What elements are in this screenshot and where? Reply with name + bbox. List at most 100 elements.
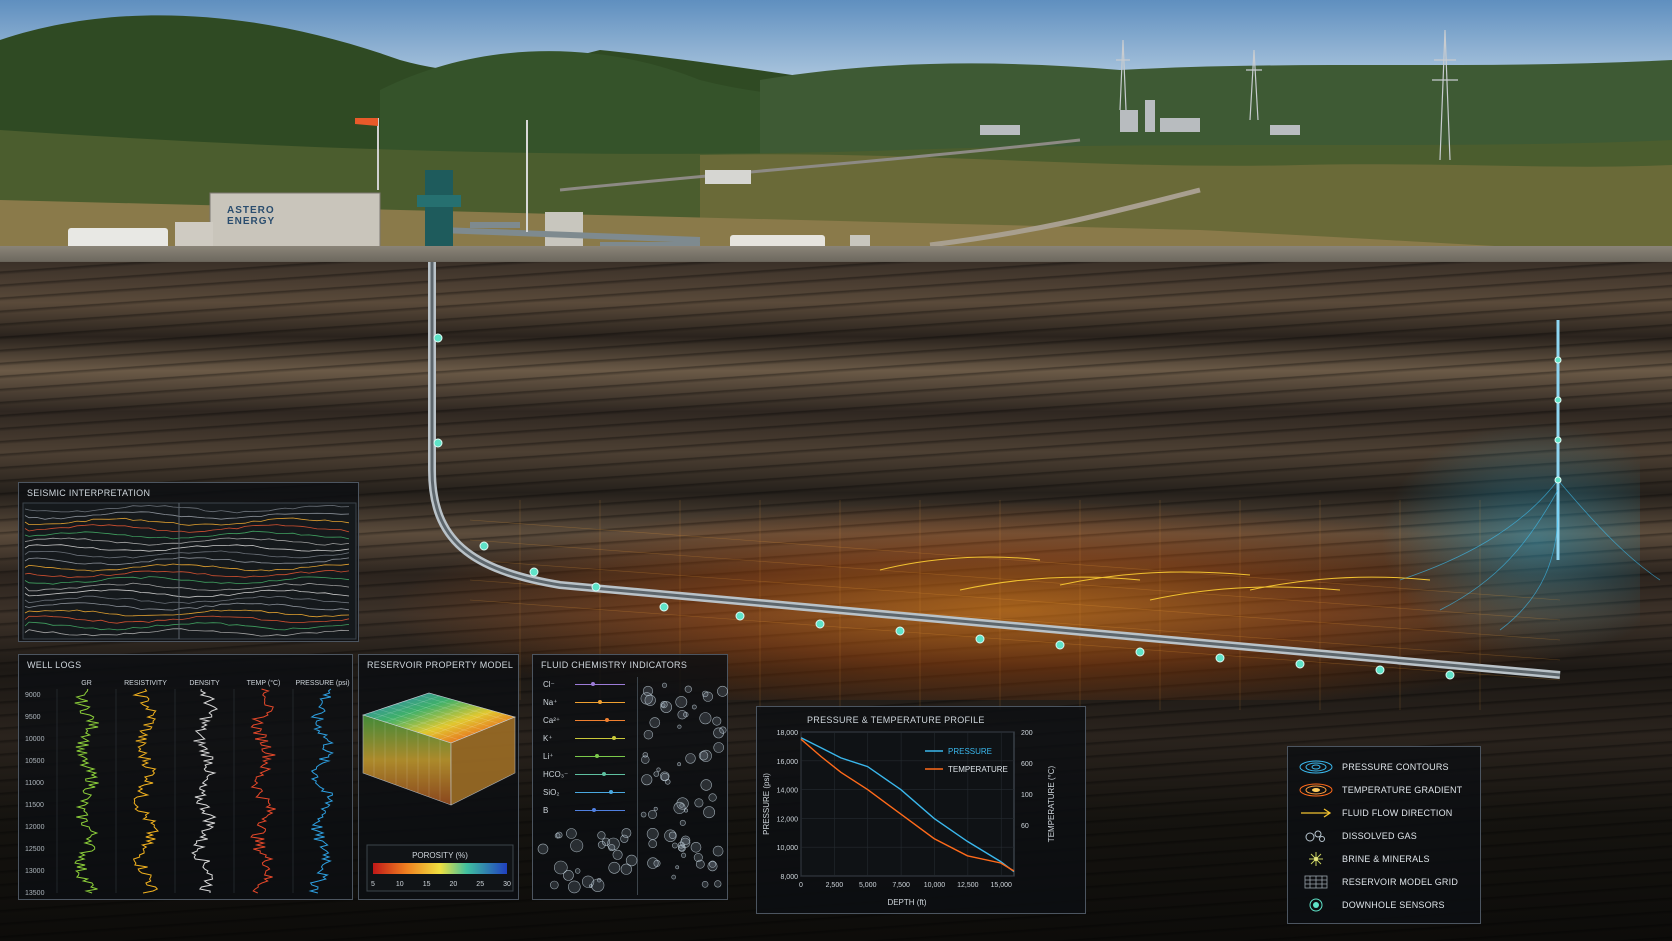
gas-bubble [701,881,709,888]
dissolved-gas-bubbles [537,682,728,894]
porosity-tick-label: 5 [371,881,375,888]
gas-bubble [707,861,718,872]
gas-bubble [684,685,692,693]
gas-bubble [671,874,676,880]
pt-x-tick-label: 0 [799,882,803,889]
well-logs-tracks: GR RESISTIVITY DENSITY TEMP (°C) PRESSURE (p… [25,679,350,897]
depth-tick-label: 13000 [25,868,45,875]
gas-bubble [719,726,727,734]
gas-bubble [649,717,661,728]
pt-x-tick-label: 7,500 [892,882,910,889]
pt-chart: 0 2,500 5,000 7,500 10,000 12,500 15,000 18,000… [762,730,1056,907]
depth-tick-label: 13500 [25,890,45,897]
well-log-curve [191,688,219,894]
legend-item-brine-minerals: BRINE & MINERALS [1298,849,1430,869]
depth-tick-label: 11500 [25,802,44,809]
gas-bubble [699,712,712,725]
gas-bubble [641,755,650,764]
depth-tick-label: 12000 [25,824,45,831]
gas-bubble [695,859,705,869]
gas-bubble [717,685,728,697]
fluid-chemistry-panel: FLUID CHEMISTRY INDICATORS Cl⁻ Na⁺ Ca²⁺ K⁺ L… [532,654,728,900]
gas-bubble [679,819,686,826]
porosity-colorbar [373,863,507,874]
pt-y-left-tick-label: 10,000 [777,845,799,852]
gas-bubble [612,849,623,860]
pt-x-tick-label: 12,500 [957,882,979,889]
bubbles-icon [1298,828,1334,844]
pt-x-tick-label: 2,500 [826,882,844,889]
pt-x-tick-label: 15,000 [991,882,1013,889]
seismic-interpretation-panel: SEISMIC INTERPRETATION [18,482,359,642]
gas-bubble [691,704,697,710]
gas-bubble [673,801,686,814]
depth-tick-label: 12500 [25,846,45,853]
mineral-icon [1298,851,1334,867]
porosity-tick-label: 10 [396,881,404,888]
gas-bubble [537,843,549,855]
pt-ylabel-left: PRESSURE (psi) [762,773,771,835]
well-log-curve [308,688,334,894]
gas-bubble [698,750,709,761]
gas-bubble [703,806,715,819]
well-log-track-header: TEMP (°C) [247,679,281,687]
porosity-tick-label: 20 [450,881,458,888]
sensor-icon [1298,897,1334,913]
gas-bubble [653,806,658,811]
pt-y-right-tick-label: 600 [1021,761,1033,768]
gas-bubble [660,700,668,709]
well-logs-panel: WELL LOGS GR RESISTIVITY DENSITY TEMP (°C) P… [18,654,353,900]
seismic-section [22,502,357,640]
pt-y-left-tick-label: 14,000 [777,788,799,795]
gas-bubble [647,857,659,869]
pt-x-tick-label: 5,000 [859,882,877,889]
porosity-tick-label: 25 [476,881,484,888]
legend-label: RESERVOIR MODEL GRID [1342,877,1459,887]
porosity-colorbar-title: POROSITY (%) [412,851,468,860]
grid-icon [1298,874,1334,890]
legend-item-temperature-gradient: TEMPERATURE GRADIENT [1298,780,1462,800]
legend-label: FLUID FLOW DIRECTION [1342,808,1453,818]
gas-bubble [648,810,658,820]
pt-legend-temperature: TEMPERATURE [948,765,1008,774]
pt-y-left-tick-label: 16,000 [777,759,799,766]
flow-arrow-icon [1298,805,1334,821]
map-legend-panel: PRESSURE CONTOURS TEMPERATURE GRADIENT F… [1287,746,1481,924]
gas-bubble [570,839,584,853]
well-log-track-header: RESISTIVITY [124,680,167,687]
legend-item-downhole-sensors: DOWNHOLE SENSORS [1298,895,1445,915]
pt-y-left-tick-label: 12,000 [777,816,799,823]
legend-label: TEMPERATURE GRADIENT [1342,785,1463,795]
gas-bubble [677,762,682,767]
legend-item-flow-direction: FLUID FLOW DIRECTION [1298,803,1453,823]
gas-bubble [653,771,660,777]
pt-y-right-tick-label: 200 [1021,730,1033,737]
pressure-contours-icon [1298,759,1334,775]
well-log-curve [250,688,276,894]
well-log-track-header: GR [81,680,92,687]
pt-xlabel: DEPTH (ft) [887,898,926,907]
pt-ylabel-right: TEMPERATURE (°C) [1047,765,1056,842]
gas-bubble [608,861,621,874]
gas-bubble [555,831,563,839]
legend-item-dissolved-gas: DISSOLVED GAS [1298,826,1417,846]
gas-bubble [640,811,647,818]
pt-x-tick-label: 10,000 [924,882,946,889]
depth-tick-label: 9500 [25,714,41,721]
gas-bubble [677,724,682,729]
pt-y-right-tick-label: 60 [1021,823,1029,830]
gas-bubble [677,709,687,720]
gas-bubble [671,842,678,849]
gas-bubble [656,767,661,772]
depth-tick-label: 11000 [25,780,44,787]
well-log-curve [74,688,99,894]
gas-bubble [694,798,704,808]
gas-bubble [574,868,581,874]
pressure-temperature-profile-panel: PRESSURE & TEMPERATURE PROFILE 0 2,500 5,0… [756,706,1086,914]
gas-bubble [563,869,574,881]
legend-label: DOWNHOLE SENSORS [1342,900,1445,910]
gas-bubble [549,880,559,890]
depth-tick-label: 9000 [25,692,41,699]
legend-label: DISSOLVED GAS [1342,831,1417,841]
gas-bubble [601,837,611,846]
